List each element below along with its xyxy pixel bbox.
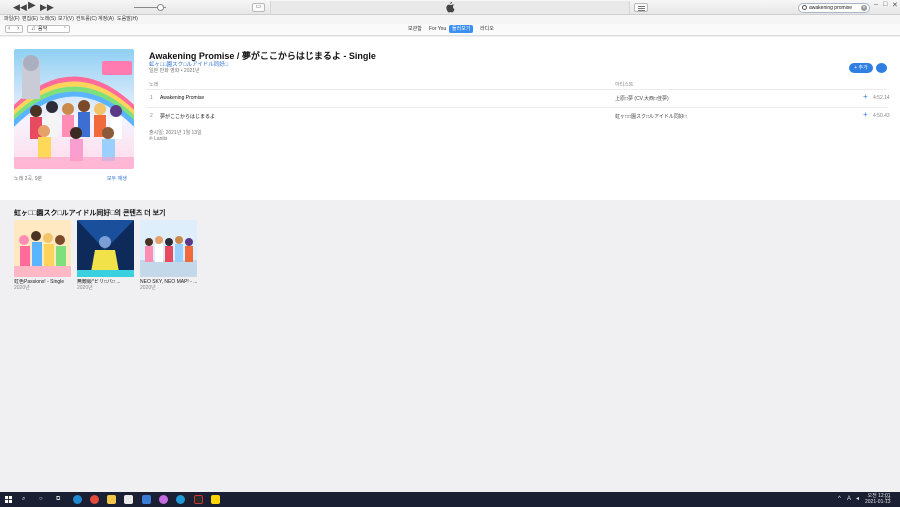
related-album-card[interactable]: NEO SKY, NEO MAP! - ... 2020년	[140, 220, 197, 291]
menu-bar: 파일(F) 편집(E) 노래(S) 보기(V) 컨트롤(C) 계정(A) 도움말…	[0, 15, 900, 24]
apple-logo-icon	[446, 2, 455, 13]
more-by-artist-heading[interactable]: 虹ヶ□□園スク□ルアイドル同好□의 콘텐츠 더 보기	[14, 208, 165, 218]
forward-icon[interactable]: ›	[17, 25, 19, 32]
search-field[interactable]: awakening promise ×	[798, 3, 870, 13]
more-options-button[interactable]	[876, 63, 887, 73]
menu-help[interactable]: 도움말(H)	[117, 16, 138, 23]
menu-edit[interactable]: 편집(E)	[22, 16, 38, 23]
album-artwork[interactable]	[14, 49, 134, 169]
add-to-library-button[interactable]: + 추가	[849, 63, 873, 73]
track-artist: 虹ヶ□□園スク□ルアイドル同好□	[615, 114, 687, 120]
kakaotalk-icon[interactable]	[211, 495, 220, 504]
song-count: 노래 2곡, 9분	[14, 176, 43, 182]
history-nav: ‹ ›	[5, 25, 23, 33]
menu-controls[interactable]: 컨트롤(C)	[76, 16, 97, 23]
clear-search-icon[interactable]: ×	[861, 5, 867, 11]
release-date: 출시일: 2021년 1월 13일	[149, 130, 202, 136]
related-album-artwork[interactable]	[14, 220, 71, 277]
minimize-icon[interactable]: –	[874, 1, 878, 8]
ime-indicator[interactable]: A	[847, 495, 851, 503]
related-album-card[interactable]: 無敵級*ビリ□バ□ ... 2020년	[77, 220, 134, 291]
column-header-song[interactable]: 노래	[149, 81, 158, 88]
file-explorer-icon[interactable]	[107, 495, 116, 504]
search-icon[interactable]: ⌕	[22, 495, 25, 503]
close-icon[interactable]: ✕	[892, 1, 898, 9]
windows-taskbar: ⌕ ○ ⧉ ^ A ◂ 오전 12:01 2021-01-13 ▭	[0, 492, 900, 507]
volume-knob[interactable]	[157, 4, 164, 11]
back-icon[interactable]: ‹	[8, 25, 10, 32]
chevron-updown-icon: ⌃	[62, 26, 67, 32]
rewind-icon[interactable]: ◀◀	[13, 2, 27, 12]
menu-song[interactable]: 노래(S)	[40, 16, 56, 23]
player-bar: ◀◀ ▶ ▶▶ ▭ awakening promise × – □ ✕	[0, 0, 900, 15]
maximize-icon[interactable]: □	[883, 1, 887, 8]
add-track-icon[interactable]: +	[863, 110, 868, 119]
store-icon[interactable]	[124, 495, 133, 504]
related-album-artwork[interactable]	[140, 220, 197, 277]
ie-icon[interactable]	[176, 495, 185, 504]
track-name: 夢がここからはじまるよ	[160, 114, 216, 120]
add-track-icon[interactable]: +	[863, 92, 868, 101]
track-artist: 上原□夢 (CV.大西□佳夢)	[615, 96, 669, 102]
album-genre-year: 일본 만화 영화 • 2021년	[149, 68, 200, 74]
notification-icon[interactable]: ▭	[885, 495, 891, 503]
related-album-year: 2020년	[14, 285, 30, 291]
related-album-year: 2020년	[77, 285, 93, 291]
app-icon[interactable]	[194, 495, 203, 504]
menu-view[interactable]: 보기(V)	[58, 16, 74, 23]
track-row[interactable]: 1 Awakening Promise 上原□夢 (CV.大西□佳夢) + 4:…	[146, 89, 890, 105]
track-duration: 4:52.14	[873, 95, 890, 101]
menu-account[interactable]: 계정(A)	[98, 16, 114, 23]
column-header-artist[interactable]: 아티스트	[615, 81, 633, 88]
play-all-link[interactable]: 모두 재생	[107, 175, 127, 182]
track-row[interactable]: 2 夢がここからはじまるよ 虹ヶ□□園スク□ルアイドル同好□ + 4:50.43	[146, 107, 890, 123]
up-next-list-icon[interactable]	[634, 3, 648, 12]
related-album-card[interactable]: 虹色Passions! - Single 2020년	[14, 220, 71, 291]
tab-library[interactable]: 보관함	[405, 25, 425, 33]
tab-browse[interactable]: 둘러보기	[449, 25, 474, 33]
volume-icon[interactable]: ◂	[856, 495, 859, 503]
media-kind-select[interactable]: ♫ 음악 ⌃	[27, 25, 70, 33]
media-kind-label: 음악	[38, 26, 48, 32]
fast-forward-icon[interactable]: ▶▶	[40, 2, 54, 12]
music-note-icon: ♫	[31, 26, 36, 32]
play-icon[interactable]: ▶	[28, 1, 36, 11]
chrome-icon[interactable]	[90, 495, 99, 504]
menu-file[interactable]: 파일(F)	[4, 16, 20, 23]
track-name: Awakening Promise	[160, 95, 205, 101]
windows-start-icon[interactable]	[5, 496, 12, 503]
airplay-icon[interactable]: ▭	[252, 3, 265, 12]
tab-for-you[interactable]: For You	[426, 25, 449, 33]
track-number: 2	[150, 113, 153, 119]
mail-icon[interactable]	[142, 495, 151, 504]
search-input[interactable]: awakening promise	[809, 5, 852, 12]
track-number: 1	[150, 95, 153, 101]
nav-bar: ‹ › ♫ 음악 ⌃ 보관함 For You 둘러보기 라디오	[0, 24, 900, 36]
search-icon	[802, 5, 807, 10]
tab-radio[interactable]: 라디오	[477, 25, 497, 33]
album-detail: Awakening Promise / 夢がここからはじまるよ - Single…	[0, 37, 900, 200]
task-view-icon[interactable]: ⧉	[56, 495, 60, 503]
record-label: ℗ Lantis	[149, 136, 168, 142]
chevron-up-icon[interactable]: ^	[838, 495, 841, 503]
edge-icon[interactable]	[73, 495, 82, 504]
itunes-icon[interactable]	[159, 495, 168, 504]
track-duration: 4:50.43	[873, 113, 890, 119]
related-album-year: 2020년	[140, 285, 156, 291]
related-album-artwork[interactable]	[77, 220, 134, 277]
cortana-icon[interactable]: ○	[39, 495, 43, 503]
